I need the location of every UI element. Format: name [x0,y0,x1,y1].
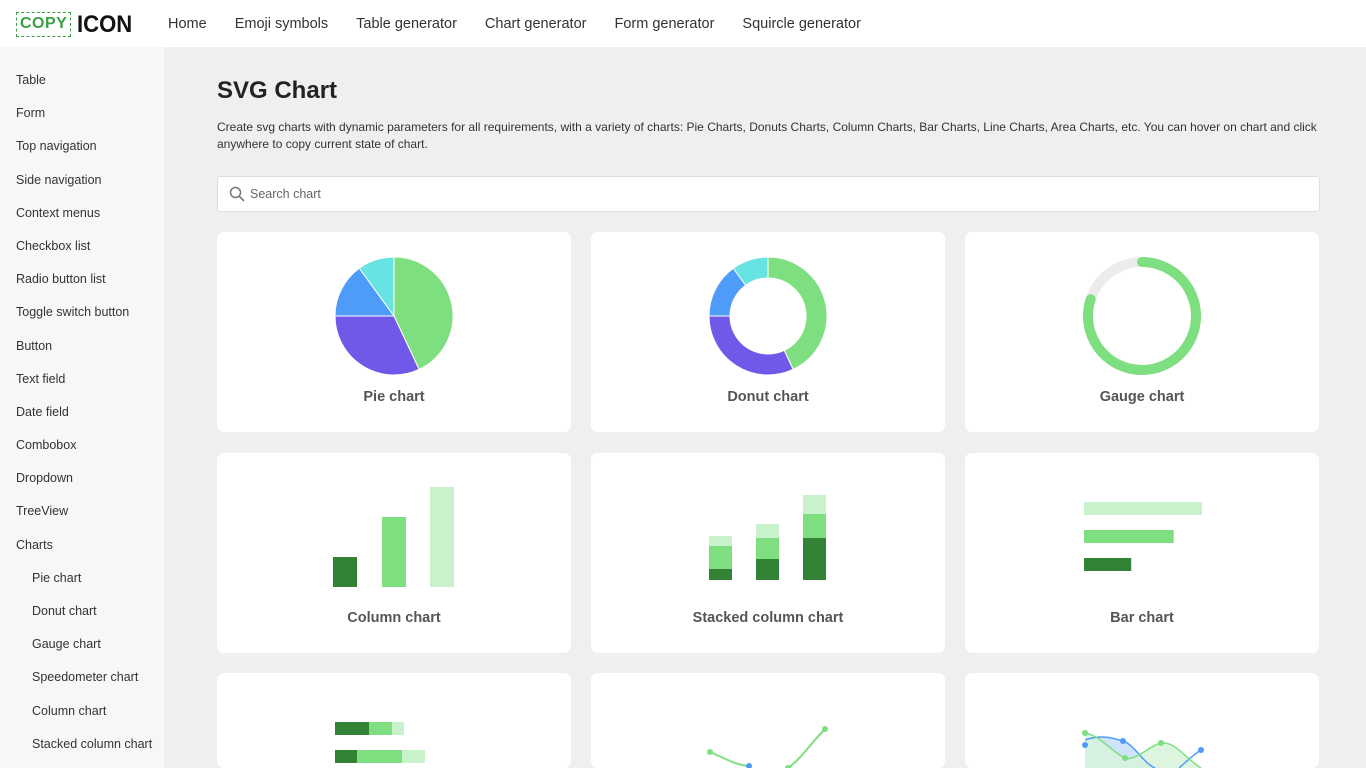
logo-icon-text: ICON [77,10,133,38]
nav-table-generator[interactable]: Table generator [342,16,471,32]
line-chart-preview [707,726,828,768]
page-title: SVG Chart [217,77,338,104]
stacked-column-segment [709,546,732,569]
stacked-column-segment [803,538,826,580]
bar [1084,530,1174,543]
logo[interactable]: COPY ICON [16,11,137,37]
chart-card-label: Stacked column chart [692,610,844,626]
chart-card-pie[interactable]: Pie chart [217,232,571,432]
chart-card-column[interactable]: Column chart [217,453,571,653]
stacked-bar-segment [392,722,404,735]
sidebar-item-checkbox-list[interactable]: Checkbox list [0,237,164,270]
stacked-bar-chart-preview [335,722,425,763]
area-point [1082,730,1088,736]
donut-slice [708,315,794,376]
column-bar [382,517,406,587]
area-point [1120,738,1126,744]
line-point [822,726,828,732]
chart-card-label: Bar chart [1110,610,1174,626]
sidebar-subitem-gauge-chart[interactable]: Gauge chart [0,635,164,668]
sidebar-item-button[interactable]: Button [0,337,164,370]
chart-card-donut[interactable]: Donut chart [591,232,945,432]
bar [1084,558,1132,571]
line-point [707,749,713,755]
sidebar-item-form[interactable]: Form [0,104,164,137]
chart-card-label: Donut chart [727,389,809,405]
sidebar-item-text-field[interactable]: Text field [0,370,164,403]
sidebar-item-charts[interactable]: Charts [0,536,164,569]
top-nav-menu: Home Emoji symbols Table generator Chart… [154,0,875,47]
sidebar-item-context-menus[interactable]: Context menus [0,204,164,237]
stacked-column-segment [756,538,779,559]
stacked-bar-segment [357,750,402,763]
area-point [1198,747,1204,753]
bar-chart-preview [1084,502,1202,571]
sidebar-subitem-pie-chart[interactable]: Pie chart [0,569,164,602]
pie-chart-preview [334,256,454,376]
chart-card-gauge[interactable]: Gauge chart [965,232,1319,432]
sidebar-subitem-stacked-column-chart[interactable]: Stacked column chart [0,735,164,768]
chart-card-label: Pie chart [363,389,425,405]
bar [1084,502,1202,515]
stacked-column-chart-preview [709,495,826,580]
stacked-column-segment [756,559,779,580]
chart-card-line[interactable] [591,673,945,768]
search-icon [229,186,245,202]
chart-card-bar[interactable]: Bar chart [965,453,1319,653]
sidebar-item-dropdown[interactable]: Dropdown [0,469,164,502]
sidebar-item-side-navigation[interactable]: Side navigation [0,171,164,204]
logo-copy-text: COPY [16,11,72,37]
stacked-bar-segment [335,722,369,735]
chart-card-stacked-column[interactable]: Stacked column chart [591,453,945,653]
stacked-column-segment [709,536,732,546]
sidebar-subitem-donut-chart[interactable]: Donut chart [0,602,164,635]
chart-card-label: Column chart [347,610,441,626]
stacked-column-segment [709,569,732,580]
area-chart-preview [1082,730,1204,768]
gauge-chart-preview [1083,257,1201,375]
nav-chart-generator[interactable]: Chart generator [471,16,601,32]
area-point [1158,740,1164,746]
top-navigation-bar: COPY ICON Home Emoji symbols Table gener… [0,0,1366,47]
nav-emoji-symbols[interactable]: Emoji symbols [221,16,342,32]
column-bar [333,557,357,587]
page-description: Create svg charts with dynamic parameter… [217,120,1317,151]
donut-chart-preview [708,256,828,376]
area-point [1082,742,1088,748]
line-point [746,763,752,768]
chart-card-area[interactable] [965,673,1319,768]
sidebar-item-toggle-switch-button[interactable]: Toggle switch button [0,303,164,336]
stacked-column-segment [756,524,779,538]
stacked-bar-segment [402,750,425,763]
sidebar-subitem-column-chart[interactable]: Column chart [0,702,164,735]
nav-squircle-generator[interactable]: Squircle generator [728,16,875,32]
sidebar-item-date-field[interactable]: Date field [0,403,164,436]
stacked-bar-segment [369,722,392,735]
stacked-column-segment [803,495,826,514]
sidebar-item-combobox[interactable]: Combobox [0,436,164,469]
column-chart-preview [333,487,454,587]
chart-card-label: Gauge chart [1099,389,1185,405]
sidebar: Table Form Top navigation Side navigatio… [0,47,164,768]
search-box[interactable] [217,176,1320,212]
sidebar-subitem-speedometer-chart[interactable]: Speedometer chart [0,668,164,701]
area-point [1122,755,1128,761]
chart-card-stacked-bar[interactable] [217,673,571,768]
stacked-bar-segment [335,750,357,763]
column-bar [430,487,454,587]
nav-form-generator[interactable]: Form generator [600,16,728,32]
sidebar-item-radio-button-list[interactable]: Radio button list [0,270,164,303]
sidebar-item-treeview[interactable]: TreeView [0,502,164,535]
search-input[interactable] [250,177,1310,211]
sidebar-item-top-navigation[interactable]: Top navigation [0,137,164,170]
sidebar-item-table[interactable]: Table [0,71,164,104]
line-series [709,728,826,768]
nav-home[interactable]: Home [154,16,221,32]
stacked-column-segment [803,514,826,538]
